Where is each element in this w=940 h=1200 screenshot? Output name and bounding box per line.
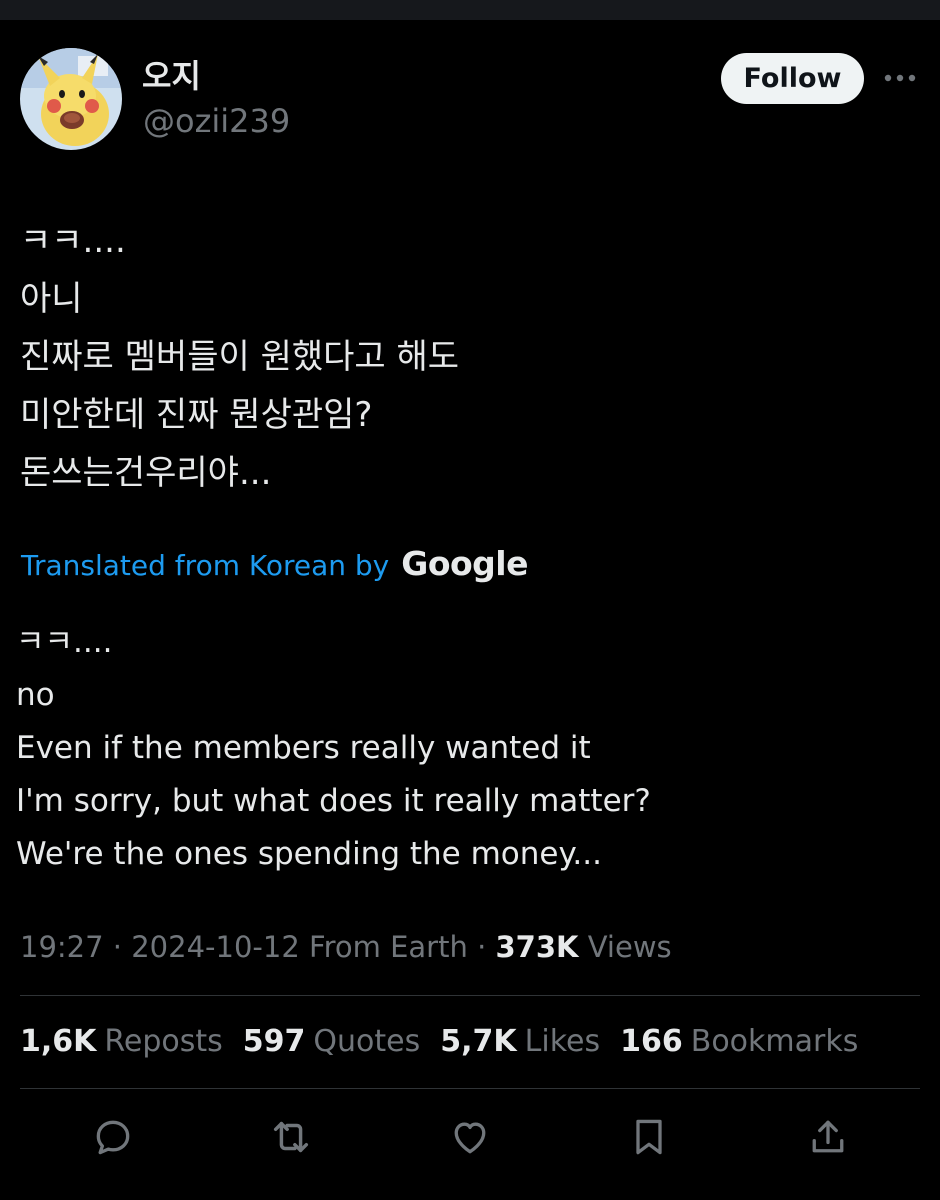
likes-label: Likes <box>524 1024 601 1059</box>
translated-line: no <box>16 677 55 713</box>
meta-separator: · <box>112 930 132 964</box>
more-options-icon[interactable] <box>882 64 918 92</box>
quotes-label: Quotes <box>313 1024 421 1059</box>
google-logo: Google <box>401 544 528 583</box>
tweet-line: 돈쓰는건우리야... <box>20 453 272 493</box>
quotes-stat[interactable]: 597 Quotes <box>243 1020 420 1064</box>
tweet-line: 미안한데 진짜 뭔상관임? <box>20 395 373 435</box>
views-label[interactable]: Views <box>588 930 672 964</box>
bookmarks-stat[interactable]: 166 Bookmarks <box>620 1020 858 1064</box>
quotes-count: 597 <box>242 1024 306 1059</box>
tweet-meta: 19:27 · 2024-10-12 From Earth · 373K Vie… <box>20 926 672 968</box>
display-name[interactable]: 오지 <box>142 55 201 97</box>
reposts-stat[interactable]: 1,6K Reposts <box>20 1020 223 1064</box>
user-handle[interactable]: @ozii239 <box>143 101 290 141</box>
tweet-source: From Earth <box>309 930 468 964</box>
bookmarks-label: Bookmarks <box>690 1024 859 1059</box>
translation-notice[interactable]: Translated from Korean by Google <box>21 544 528 583</box>
translated-line: I'm sorry, but what does it really matte… <box>16 783 651 819</box>
share-icon[interactable] <box>803 1112 853 1162</box>
engagement-stats: 1,6K Reposts 597 Quotes 5,7K Likes 166 Bookm… <box>20 1020 878 1064</box>
tweet-line: ㅋㅋ.... <box>20 221 126 261</box>
tweet-translated-text: ㅋㅋ.... no Even if the members really wan… <box>16 616 916 881</box>
like-icon[interactable] <box>445 1112 495 1162</box>
translated-line: Even if the members really wanted it <box>16 730 591 766</box>
top-bar <box>0 0 940 20</box>
divider <box>20 1088 920 1089</box>
views-count[interactable]: 373K <box>496 930 579 964</box>
likes-stat[interactable]: 5,7K Likes <box>440 1020 600 1064</box>
avatar[interactable] <box>20 48 122 150</box>
translated-line: We're the ones spending the money... <box>16 836 602 872</box>
bookmarks-count: 166 <box>620 1024 683 1059</box>
follow-button[interactable]: Follow <box>721 53 864 104</box>
tweet-date[interactable]: 2024-10-12 <box>131 930 300 964</box>
translation-label[interactable]: Translated from Korean by <box>21 549 389 582</box>
tweet-line: 진짜로 멤버들이 원했다고 해도 <box>20 337 460 377</box>
bookmark-icon[interactable] <box>624 1112 674 1162</box>
likes-count: 5,7K <box>440 1024 517 1059</box>
meta-separator: · <box>477 930 496 964</box>
reposts-count: 1,6K <box>20 1024 97 1059</box>
repost-icon[interactable] <box>266 1112 316 1162</box>
tweet-line: 아니 <box>20 279 83 319</box>
divider <box>20 995 920 996</box>
translated-line: ㅋㅋ.... <box>16 624 113 660</box>
tweet-original-text: ㅋㅋ.... 아니 진짜로 멤버들이 원했다고 해도 미안한데 진짜 뭔상관임?… <box>20 212 900 502</box>
reposts-label: Reposts <box>104 1024 223 1059</box>
reply-icon[interactable] <box>88 1112 138 1162</box>
tweet-time[interactable]: 19:27 <box>20 930 104 964</box>
